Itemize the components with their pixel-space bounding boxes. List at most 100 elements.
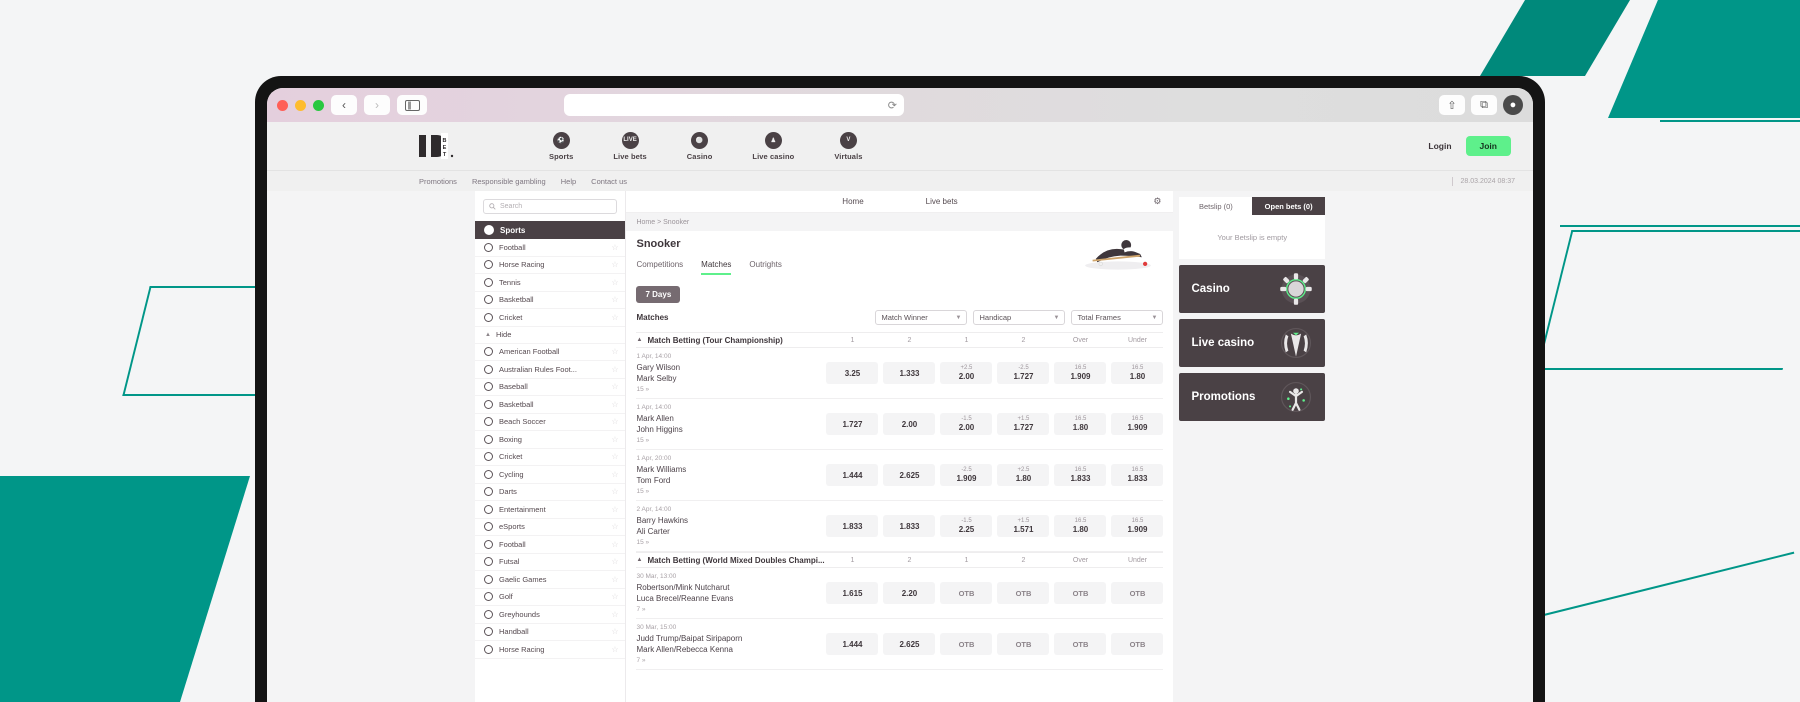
odds-cell[interactable]: OTB bbox=[940, 582, 993, 604]
favorite-star-icon[interactable]: ☆ bbox=[611, 557, 618, 566]
match-row[interactable]: 2 Apr, 14:00 Barry Hawkins Ali Carter 15 » 1… bbox=[636, 501, 1164, 552]
select-match-winner[interactable]: Match Winner ▼ bbox=[875, 310, 968, 325]
odds-cell[interactable]: -2.5 1.909 bbox=[940, 464, 993, 486]
join-button[interactable]: Join bbox=[1465, 136, 1511, 156]
odds-cell[interactable]: +1.5 1.727 bbox=[997, 413, 1050, 435]
match-more-markets[interactable]: 15 » bbox=[636, 437, 826, 444]
favorite-star-icon[interactable]: ☆ bbox=[611, 627, 618, 636]
nav-item-live-bets[interactable]: LIVE Live bets bbox=[613, 131, 647, 161]
tab-matches[interactable]: Matches bbox=[701, 260, 732, 275]
favorite-star-icon[interactable]: ☆ bbox=[611, 347, 618, 356]
nav-item-casino[interactable]: ⚪ Casino bbox=[687, 131, 713, 161]
match-more-markets[interactable]: 15 » bbox=[636, 488, 826, 495]
favorite-star-icon[interactable]: ☆ bbox=[611, 522, 618, 531]
promo-card-live-casino[interactable]: Live casino bbox=[1179, 319, 1325, 367]
odds-cell[interactable]: OTB bbox=[1111, 582, 1164, 604]
tabs-overview-button[interactable]: ⧉ bbox=[1471, 95, 1497, 115]
maximize-window-button[interactable] bbox=[313, 99, 324, 111]
close-window-button[interactable] bbox=[277, 99, 288, 111]
sidebar-item-entertainment[interactable]: Entertainment ☆ bbox=[475, 501, 626, 519]
odds-cell[interactable]: 16.5 1.833 bbox=[1054, 464, 1107, 486]
match-more-markets[interactable]: 7 » bbox=[636, 606, 826, 613]
favorite-star-icon[interactable]: ☆ bbox=[611, 470, 618, 479]
share-button[interactable]: ⇧ bbox=[1439, 95, 1465, 115]
match-more-markets[interactable]: 15 » bbox=[636, 539, 826, 546]
odds-cell[interactable]: OTB bbox=[997, 582, 1050, 604]
forward-button[interactable]: › bbox=[364, 95, 390, 115]
sidebar-item-esports[interactable]: eSports ☆ bbox=[475, 519, 626, 536]
favorite-star-icon[interactable]: ☆ bbox=[611, 417, 618, 426]
odds-cell[interactable]: 16.5 1.909 bbox=[1111, 515, 1164, 537]
profile-button[interactable]: ● bbox=[1503, 95, 1523, 115]
odds-cell[interactable]: 2.625 bbox=[883, 633, 936, 655]
favorite-star-icon[interactable]: ☆ bbox=[611, 260, 618, 269]
sidebar-hide-toggle[interactable]: ▲ Hide bbox=[475, 327, 626, 344]
nav-item-live-casino[interactable]: ♟ Live casino bbox=[752, 131, 794, 161]
sidebar-item-australian-rules-foot[interactable]: Australian Rules Foot... ☆ bbox=[475, 361, 626, 379]
sidebar-item-football[interactable]: Football ☆ bbox=[475, 536, 626, 554]
favorite-star-icon[interactable]: ☆ bbox=[611, 400, 618, 409]
odds-group-header[interactable]: ▲ Match Betting (World Mixed Doubles Cham… bbox=[636, 552, 1164, 568]
odds-cell[interactable]: 1.727 bbox=[826, 413, 879, 435]
sidebar-item-basketball[interactable]: Basketball ☆ bbox=[475, 396, 626, 414]
odds-cell[interactable]: 1.333 bbox=[883, 362, 936, 384]
odds-cell[interactable]: 16.5 1.80 bbox=[1111, 362, 1164, 384]
favorite-star-icon[interactable]: ☆ bbox=[611, 243, 618, 252]
match-more-markets[interactable]: 15 » bbox=[636, 386, 826, 393]
odds-cell[interactable]: +2.5 2.00 bbox=[940, 362, 993, 384]
odds-cell[interactable]: 16.5 1.833 bbox=[1111, 464, 1164, 486]
tab-live-bets[interactable]: Live bets bbox=[926, 197, 958, 206]
nav-link-help[interactable]: Help bbox=[561, 177, 576, 186]
favorite-star-icon[interactable]: ☆ bbox=[611, 540, 618, 549]
odds-cell[interactable]: OTB bbox=[940, 633, 993, 655]
match-row[interactable]: 1 Apr, 20:00 Mark Williams Tom Ford 15 » 1.4… bbox=[636, 450, 1164, 501]
favorite-star-icon[interactable]: ☆ bbox=[611, 645, 618, 654]
sidebar-item-basketball[interactable]: Basketball ☆ bbox=[475, 292, 626, 309]
sidebar-item-gaelic-games[interactable]: Gaelic Games ☆ bbox=[475, 571, 626, 589]
toggle-sidebar-button[interactable] bbox=[397, 95, 427, 115]
match-row[interactable]: 1 Apr, 14:00 Gary Wilson Mark Selby 15 » 3.2… bbox=[636, 348, 1164, 399]
sidebar-item-football[interactable]: Football ☆ bbox=[475, 239, 626, 257]
tab-outrights[interactable]: Outrights bbox=[749, 260, 781, 275]
sidebar-item-american-football[interactable]: American Football ☆ bbox=[475, 344, 626, 361]
sidebar-section-sports[interactable]: Sports bbox=[475, 221, 626, 239]
odds-cell[interactable]: 2.00 bbox=[883, 413, 936, 435]
favorite-star-icon[interactable]: ☆ bbox=[611, 382, 618, 391]
odds-cell[interactable]: +2.5 1.80 bbox=[997, 464, 1050, 486]
promo-card-casino[interactable]: Casino bbox=[1179, 265, 1325, 313]
days-filter-button[interactable]: 7 Days bbox=[636, 286, 681, 303]
nav-item-sports[interactable]: ⚽ Sports bbox=[549, 131, 573, 161]
favorite-star-icon[interactable]: ☆ bbox=[611, 592, 618, 601]
match-more-markets[interactable]: 7 » bbox=[636, 657, 826, 664]
odds-cell[interactable]: OTB bbox=[997, 633, 1050, 655]
site-logo[interactable]: B E T bbox=[419, 133, 479, 159]
address-bar[interactable]: ⟳ bbox=[564, 94, 904, 116]
sidebar-item-horse-racing[interactable]: Horse Racing ☆ bbox=[475, 257, 626, 274]
odds-cell[interactable]: 16.5 1.909 bbox=[1111, 413, 1164, 435]
odds-cell[interactable]: -1.5 2.25 bbox=[940, 515, 993, 537]
favorite-star-icon[interactable]: ☆ bbox=[611, 575, 618, 584]
sidebar-item-cycling[interactable]: Cycling ☆ bbox=[475, 466, 626, 484]
nav-link-contact-us[interactable]: Contact us bbox=[591, 177, 627, 186]
sidebar-item-darts[interactable]: Darts ☆ bbox=[475, 484, 626, 501]
match-row[interactable]: 30 Mar, 15:00 Judd Trump/Baipat Siripapor… bbox=[636, 619, 1164, 670]
sidebar-item-golf[interactable]: Golf ☆ bbox=[475, 589, 626, 606]
favorite-star-icon[interactable]: ☆ bbox=[611, 313, 618, 322]
sidebar-item-greyhounds[interactable]: Greyhounds ☆ bbox=[475, 606, 626, 624]
tab-open-bets[interactable]: Open bets (0) bbox=[1252, 197, 1326, 215]
sidebar-item-boxing[interactable]: Boxing ☆ bbox=[475, 431, 626, 449]
gear-icon[interactable]: ⚙ bbox=[1153, 196, 1161, 207]
match-row[interactable]: 30 Mar, 13:00 Robertson/Mink Nutcharut Luc… bbox=[636, 568, 1164, 619]
odds-cell[interactable]: OTB bbox=[1054, 633, 1107, 655]
promo-card-promotions[interactable]: Promotions bbox=[1179, 373, 1325, 421]
sidebar-item-baseball[interactable]: Baseball ☆ bbox=[475, 379, 626, 396]
favorite-star-icon[interactable]: ☆ bbox=[611, 295, 618, 304]
favorite-star-icon[interactable]: ☆ bbox=[611, 487, 618, 496]
back-button[interactable]: ‹ bbox=[331, 95, 357, 115]
select-handicap[interactable]: Handicap ▼ bbox=[973, 310, 1066, 325]
select-total-frames[interactable]: Total Frames ▼ bbox=[1071, 310, 1164, 325]
odds-cell[interactable]: OTB bbox=[1111, 633, 1164, 655]
odds-cell[interactable]: +1.5 1.571 bbox=[997, 515, 1050, 537]
odds-cell[interactable]: 16.5 1.80 bbox=[1054, 515, 1107, 537]
odds-cell[interactable]: 1.444 bbox=[826, 464, 879, 486]
